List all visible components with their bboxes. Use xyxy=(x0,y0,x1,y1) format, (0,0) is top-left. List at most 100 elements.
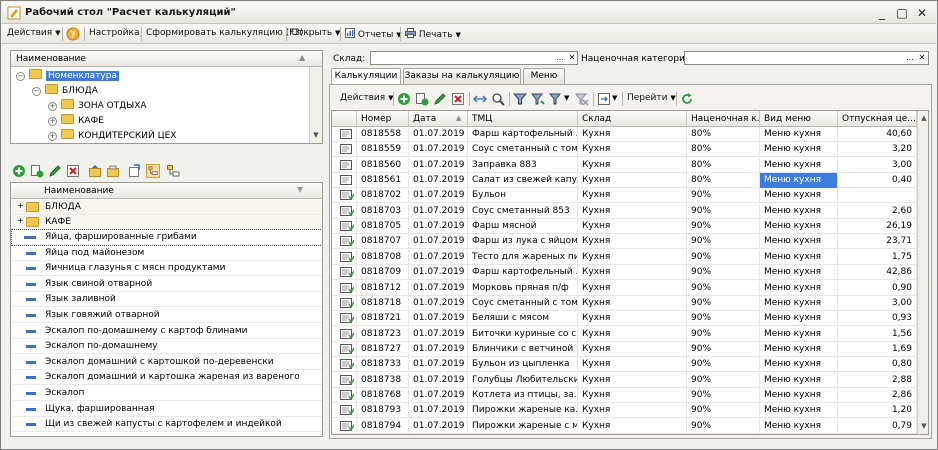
delete-icon[interactable] xyxy=(451,92,465,106)
refresh-icon[interactable] xyxy=(680,92,694,106)
scroll-down-icon[interactable]: ▼ xyxy=(310,129,322,141)
warehouse-clear-button[interactable]: ✕ xyxy=(566,52,578,64)
move-up-icon[interactable] xyxy=(88,164,102,178)
hierarchy-icon[interactable] xyxy=(146,164,160,178)
table-row[interactable]: 0818733 01.07.2019 Бульон из цыпленка Кухня… xyxy=(332,357,917,373)
structure-icon[interactable] xyxy=(597,92,611,106)
table-row[interactable]: 0818768 01.07.2019 Котлета из птицы, за...… xyxy=(332,387,917,403)
copy-icon[interactable] xyxy=(415,92,429,106)
warehouse-field[interactable]: ... ✕ xyxy=(370,51,578,65)
table-row[interactable]: 0818705 01.07.2019 Фарш мясной Кухня 90% Меню… xyxy=(332,219,917,235)
list-item[interactable]: Язык свиной отварной xyxy=(12,277,322,292)
list-item[interactable]: Язык говяжий отварной xyxy=(12,308,322,323)
table-row[interactable]: 0818721 01.07.2019 Беляши с мясом Кухня 90% М… xyxy=(332,311,917,327)
table-row[interactable]: 0818738 01.07.2019 Голубцы Любительские Кух… xyxy=(332,372,917,388)
table-row[interactable]: 0818561 01.07.2019 Салат из свежей капу...… xyxy=(332,173,917,189)
move-folder-icon[interactable] xyxy=(106,164,120,178)
close-button[interactable]: ✕ xyxy=(914,5,930,21)
add-icon[interactable] xyxy=(397,92,411,106)
add-icon[interactable] xyxy=(12,164,26,178)
list-item[interactable]: Яйца, фаршированные грибами xyxy=(11,229,322,246)
table-row[interactable]: 0818718 01.07.2019 Соус сметанный с том...… xyxy=(332,295,917,311)
column-header-markup[interactable]: Наценочная к... xyxy=(687,111,760,127)
goto-menu[interactable]: Перейти ▼ xyxy=(627,93,676,103)
tree-header[interactable]: Наименование ▲ xyxy=(11,51,322,67)
filter-icon[interactable]: ▼ xyxy=(297,185,303,194)
tab-calculations[interactable]: Калькуляции xyxy=(331,68,401,85)
table-row[interactable]: 0818712 01.07.2019 Морковь пряная п/ф Кухня… xyxy=(332,280,917,296)
column-header-number[interactable]: Номер xyxy=(357,111,409,127)
table-row[interactable]: 0818708 01.07.2019 Тесто для жареных пи...… xyxy=(332,249,917,265)
list-item[interactable]: Эскалоп домашний с картошкой по-деревенс… xyxy=(12,355,322,370)
help-icon[interactable]: ? xyxy=(66,27,80,41)
list-item[interactable]: Щука, фаршированная xyxy=(12,402,322,417)
table-row[interactable]: 0818709 01.07.2019 Фарш картофельный ... Ку… xyxy=(332,265,917,281)
list-item[interactable]: Эскалоп по-домашнему с картоф блинами xyxy=(12,324,322,339)
tab-menu[interactable]: Меню xyxy=(523,68,565,84)
table-row[interactable]: 0818702 01.07.2019 Бульон Кухня 90% Меню кухн… xyxy=(332,188,917,204)
category-select-button[interactable]: ... xyxy=(904,52,916,64)
tree-item[interactable]: + ЗОНА ОТДЫХА xyxy=(48,99,147,114)
settings-button[interactable]: Настройка xyxy=(89,28,140,38)
filter-icon[interactable] xyxy=(513,92,527,106)
list-item[interactable]: Язык заливной xyxy=(12,292,322,308)
chevron-down-icon[interactable]: ▼ xyxy=(612,94,617,102)
scroll-down-icon[interactable]: ▼ xyxy=(918,420,928,432)
expand-icon[interactable]: + xyxy=(17,216,24,225)
column-header-item[interactable]: ТМЦ xyxy=(468,111,578,127)
delete-icon[interactable] xyxy=(66,164,80,178)
actions-menu[interactable]: Действия ▼ xyxy=(7,28,60,38)
minimize-button[interactable]: _ xyxy=(874,5,890,21)
list-header[interactable]: Наименование ▼ xyxy=(11,183,322,199)
table-row[interactable]: 0818793 01.07.2019 Пирожки жареные ка... Ку… xyxy=(332,403,917,419)
list-item[interactable]: Яичница глазунья с мясн продуктами xyxy=(12,261,322,277)
column-header-menu-type[interactable]: Вид меню xyxy=(760,111,838,127)
list-group-row[interactable]: + КАФЕ xyxy=(12,215,322,230)
list-item[interactable]: Яйца под майонезом xyxy=(12,246,322,261)
expand-icon[interactable]: + xyxy=(48,132,57,141)
chevron-down-icon[interactable]: ▼ xyxy=(564,94,569,102)
edit-icon[interactable] xyxy=(433,92,447,106)
list-item[interactable]: Эскалоп домашний и картошка жареная из в… xyxy=(12,370,322,386)
tab-orders[interactable]: Заказы на калькуляцию xyxy=(403,68,521,84)
form-calc-button[interactable]: Сформировать калькуляцию (F3) xyxy=(146,28,304,38)
table-row[interactable]: 0818559 01.07.2019 Соус сметанный с том...… xyxy=(332,142,917,158)
interval-icon[interactable] xyxy=(473,92,487,106)
search-icon[interactable] xyxy=(491,92,505,106)
table-row[interactable]: 0818703 01.07.2019 Соус сметанный 853 Кухня… xyxy=(332,203,917,219)
warehouse-select-button[interactable]: ... xyxy=(554,52,566,64)
filter-by-value-icon[interactable] xyxy=(531,92,545,106)
list-item[interactable]: Эскалоп xyxy=(12,386,322,401)
filter-history-icon[interactable] xyxy=(549,92,563,106)
expand-icon[interactable]: + xyxy=(48,102,57,111)
tree-item[interactable]: + КОНДИТЕРСКИЙ ЦЕХ xyxy=(48,129,176,144)
table-row[interactable]: 0818558 01.07.2019 Фарш картофельный ... Ку… xyxy=(332,127,917,142)
list-group-row[interactable]: + БЛЮДА xyxy=(12,200,322,215)
tree-scrollbar[interactable]: ▼ xyxy=(309,67,322,143)
column-header-price[interactable]: Отпускная це... xyxy=(838,111,917,127)
table-row[interactable]: 0818560 01.07.2019 Заправка 883 Кухня 80% Мен… xyxy=(332,157,917,173)
reports-menu[interactable]: Отчеты ▼ xyxy=(345,28,402,40)
collapse-icon[interactable]: − xyxy=(16,72,25,81)
table-scrollbar[interactable]: ▲ ▼ xyxy=(917,111,928,434)
table-row[interactable]: 0818794 01.07.2019 Пирожки жареные с м... К… xyxy=(332,418,917,434)
table-row[interactable]: 081872701.07.2019Блинчики с ветчиной и..… xyxy=(332,341,917,357)
level-up-icon[interactable] xyxy=(128,164,142,178)
copy-icon[interactable] xyxy=(30,164,44,178)
category-field[interactable]: ... ✕ xyxy=(684,51,929,65)
list-item[interactable]: Щи из свежей капусты с картофелем и инде… xyxy=(12,417,322,433)
table-row[interactable]: 0818723 01.07.2019 Биточки куриные со с...… xyxy=(332,326,917,342)
print-menu[interactable]: Печать ▼ xyxy=(405,28,461,40)
scroll-up-icon[interactable]: ▲ xyxy=(918,112,928,124)
tree-item[interactable]: + КАФЕ xyxy=(48,114,104,129)
open-menu[interactable]: Открыть ▼ xyxy=(291,28,340,38)
tree-view-icon[interactable] xyxy=(166,164,180,178)
expand-icon[interactable]: + xyxy=(17,201,24,210)
expand-icon[interactable]: + xyxy=(48,117,57,126)
list-item[interactable]: Эскалоп по-домашнему xyxy=(12,339,322,355)
table-row[interactable]: 0818707 01.07.2019 Фарш из лука с яйцом Кух… xyxy=(332,234,917,250)
column-header-warehouse[interactable]: Склад xyxy=(578,111,687,127)
tree-item[interactable]: − БЛЮДА xyxy=(32,84,98,99)
category-clear-button[interactable]: ✕ xyxy=(916,52,928,64)
edit-icon[interactable] xyxy=(48,164,62,178)
